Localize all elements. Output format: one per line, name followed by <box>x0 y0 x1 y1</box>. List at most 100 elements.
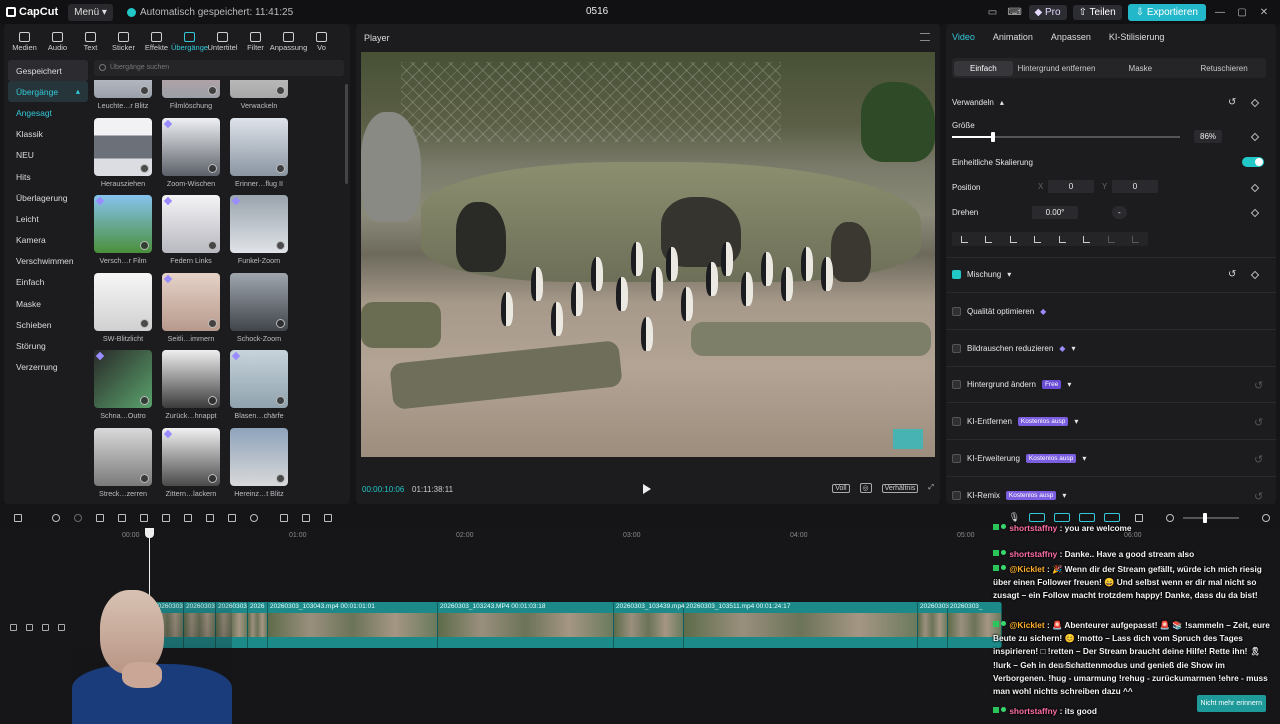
transition-tile[interactable]: Streck…zerren <box>94 428 152 498</box>
eye-icon[interactable] <box>42 624 49 631</box>
tool-tab-7[interactable]: Filter <box>239 32 272 52</box>
category-item[interactable]: Störung <box>8 335 88 356</box>
minimize-icon[interactable]: — <box>1212 7 1228 18</box>
mirror-icon[interactable] <box>228 514 236 522</box>
keyframe-icon[interactable] <box>1250 132 1260 142</box>
download-icon[interactable] <box>276 164 285 173</box>
transition-tile[interactable]: Seitli…immern <box>162 273 220 343</box>
crop-icon[interactable] <box>206 514 214 522</box>
download-icon[interactable] <box>276 241 285 250</box>
transition-thumbnail[interactable] <box>230 118 288 176</box>
bg-change-checkbox[interactable] <box>952 380 961 389</box>
ratio-button[interactable]: Verhältnis <box>881 483 919 493</box>
inspector-tab[interactable]: Anpassen <box>1051 32 1091 42</box>
keyframe-icon[interactable] <box>1250 98 1260 108</box>
download-icon[interactable] <box>276 319 285 328</box>
transition-tile[interactable]: Versch…r Film <box>94 195 152 265</box>
download-icon[interactable] <box>208 86 217 95</box>
category-item[interactable]: Verzerrung <box>8 357 88 378</box>
video-track[interactable]: 202603032026030320260303202620260303_103… <box>152 602 1002 648</box>
transition-tile[interactable]: Zurück…hnappt <box>162 350 220 420</box>
delete-icon[interactable] <box>162 514 170 522</box>
category-item[interactable]: Kamera <box>8 230 88 251</box>
align-center-icon[interactable] <box>985 235 993 243</box>
speaker-icon[interactable] <box>58 624 65 631</box>
denoise-checkbox[interactable] <box>952 344 961 353</box>
transition-tile[interactable]: Verwackeln <box>230 80 288 110</box>
tool-tab-3[interactable]: Sticker <box>107 32 140 52</box>
quality-row[interactable]: Qualität optimieren ◆ <box>952 307 1046 316</box>
download-icon[interactable] <box>208 164 217 173</box>
category-transitions[interactable]: Übergänge ▴ <box>8 81 88 103</box>
keyframe-icon[interactable] <box>1250 183 1260 193</box>
lock-icon[interactable] <box>26 624 33 631</box>
tool-tab-8[interactable]: Anpassung <box>270 32 307 52</box>
reset-icon[interactable]: ↺ <box>1254 490 1263 503</box>
transition-thumbnail[interactable] <box>162 350 220 408</box>
shield-icon[interactable] <box>184 514 192 522</box>
timeline-clip[interactable]: 20260303_103439.mp4 <box>614 602 685 648</box>
shortcut-icon[interactable]: ⌨ <box>1007 7 1023 18</box>
transition-tile[interactable]: Blasen…chärfe <box>230 350 288 420</box>
keyframe-icon[interactable] <box>1250 270 1260 280</box>
ai-remove-checkbox[interactable] <box>952 417 961 426</box>
download-icon[interactable] <box>208 396 217 405</box>
pro-button[interactable]: ◆ Pro <box>1028 4 1067 20</box>
transition-search-input[interactable]: Übergänge suchen <box>94 60 344 76</box>
bg-change-row[interactable]: Hintergrund ändern Free ▾ <box>952 380 1071 389</box>
zoom-slider-knob[interactable] <box>1203 512 1207 523</box>
transition-tile[interactable]: Filmlöschung <box>162 80 220 110</box>
transition-thumbnail[interactable] <box>94 195 152 253</box>
uniform-scale-toggle[interactable] <box>1242 157 1264 167</box>
ai-remix-row[interactable]: KI-Remix Kostenlos ausp ▾ <box>952 491 1066 500</box>
inspector-subtab[interactable]: Retuschieren <box>1182 64 1266 73</box>
category-item[interactable]: Verschwimmen <box>8 251 88 272</box>
fullscreen-icon[interactable]: ⤢ <box>928 484 934 492</box>
full-quality-button[interactable]: Voll <box>832 483 850 493</box>
menu-button[interactable]: Menü ▾ <box>68 3 113 21</box>
align-left-icon[interactable] <box>960 235 968 243</box>
reset-icon[interactable]: ↺ <box>1254 453 1263 466</box>
download-icon[interactable] <box>140 164 149 173</box>
screenshot-icon[interactable]: ◎ <box>859 483 872 493</box>
inspector-tab[interactable]: KI-Stilisierung <box>1109 32 1165 42</box>
reset-icon[interactable]: ↺ <box>1254 379 1263 392</box>
timeline-clip[interactable]: 20260303_103243.MP4 00:01:03:18 <box>438 602 614 648</box>
blend-checkbox[interactable] <box>952 270 961 279</box>
transition-tile[interactable]: Leuchte…r Blitz <box>94 80 152 110</box>
category-item[interactable]: Hits <box>8 166 88 187</box>
transition-thumbnail[interactable] <box>94 118 152 176</box>
rotate-input[interactable]: 0.00° <box>1032 206 1078 219</box>
transition-thumbnail[interactable] <box>94 428 152 486</box>
zoom-in-icon[interactable] <box>1262 513 1270 522</box>
timeline-clip[interactable]: 2026 <box>248 602 268 648</box>
blend-row[interactable]: Mischung ▾ <box>952 270 1011 279</box>
keyframe-icon[interactable] <box>1250 208 1260 218</box>
category-item[interactable]: Schieben <box>8 314 88 335</box>
align-bottom-icon[interactable] <box>1083 235 1091 243</box>
align-right-icon[interactable] <box>1009 235 1017 243</box>
distribute-v-icon[interactable] <box>1132 235 1140 243</box>
split-right-icon[interactable] <box>140 514 148 522</box>
reset-icon[interactable]: ↺ <box>1228 97 1236 108</box>
category-item[interactable]: Angesagt <box>8 102 88 123</box>
ai-extend-checkbox[interactable] <box>952 454 961 463</box>
export-button[interactable]: ⇩ Exportieren <box>1127 3 1206 21</box>
denoise-row[interactable]: Bildrauschen reduzieren ◆ ▾ <box>952 344 1075 353</box>
dont-remind-button[interactable]: Nicht mehr erinnern <box>1196 695 1266 713</box>
layout-icon[interactable]: ▭ <box>985 7 1001 18</box>
transition-tile[interactable]: Schna…Outro <box>94 350 152 420</box>
size-value[interactable]: 86% <box>1194 130 1223 143</box>
video-preview[interactable] <box>361 52 935 457</box>
close-icon[interactable]: ✕ <box>1256 7 1272 18</box>
transition-tile[interactable]: Schock-Zoom <box>230 273 288 343</box>
transition-thumbnail[interactable] <box>230 350 288 408</box>
reset-icon[interactable]: ↺ <box>1228 269 1236 280</box>
transition-thumbnail[interactable] <box>230 80 288 98</box>
transition-thumbnail[interactable] <box>162 118 220 176</box>
maximize-icon[interactable]: ▢ <box>1234 7 1250 18</box>
tool-tab-6[interactable]: Untertitel <box>206 32 239 52</box>
category-saved[interactable]: Gespeichert <box>8 60 88 82</box>
position-x-input[interactable]: 0 <box>1048 180 1094 193</box>
download-icon[interactable] <box>140 241 149 250</box>
